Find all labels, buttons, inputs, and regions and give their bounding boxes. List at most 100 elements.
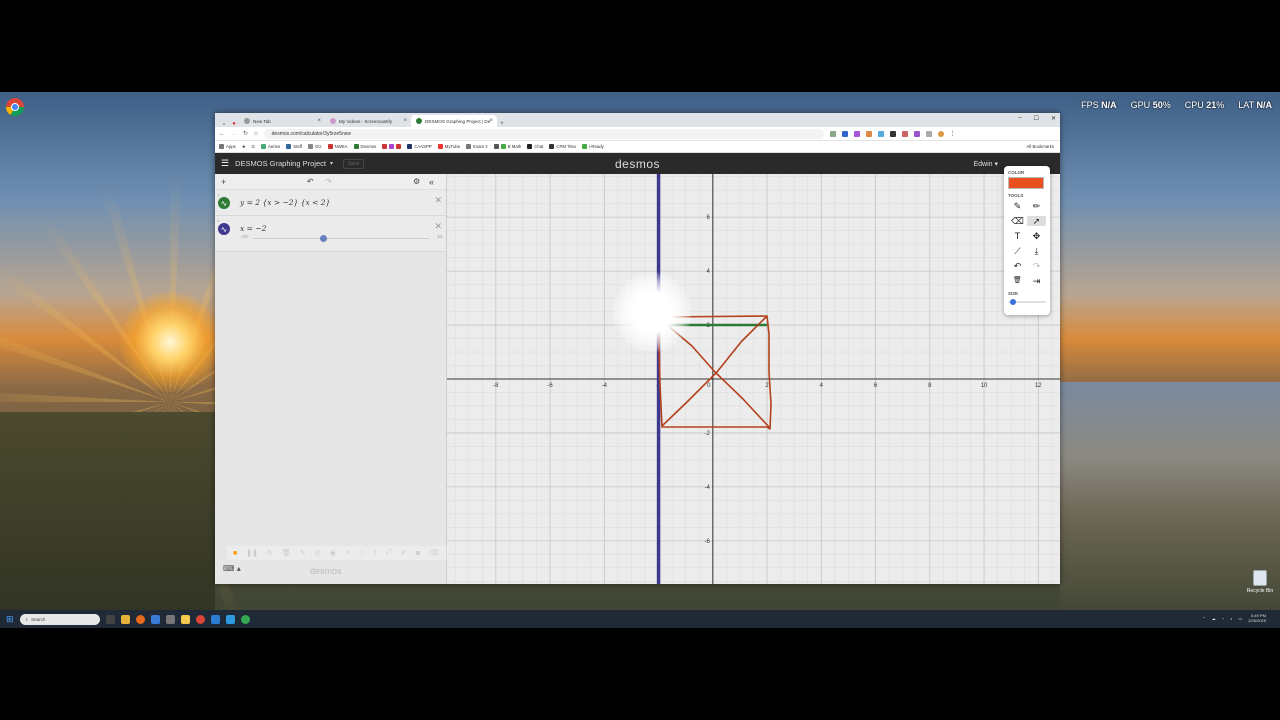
outlook-icon[interactable] (150, 614, 160, 624)
line-icon[interactable]: ⟋ (1008, 246, 1027, 256)
bookmark-i-ready[interactable]: i-Ready (581, 144, 604, 149)
slider-track[interactable] (253, 238, 429, 239)
crop-icon[interactable]: ⤢ (386, 549, 392, 557)
marker-icon[interactable]: ✏ (1027, 201, 1046, 211)
notes-icon[interactable] (180, 614, 190, 624)
chrome-desktop-icon[interactable] (4, 96, 26, 118)
cursor-icon[interactable]: ➚ (345, 549, 351, 557)
redo-icon[interactable]: ↷ (1027, 261, 1046, 271)
size-slider-thumb[interactable] (1010, 299, 1016, 305)
clock[interactable]: 6:49 PM 2/26/2025 (1248, 613, 1266, 623)
all-bookmarks[interactable]: All Bookmarks (1027, 144, 1054, 149)
menu-icon[interactable]: ⋮ (950, 130, 956, 137)
size-slider[interactable] (1008, 299, 1046, 305)
bookmark-chat[interactable]: Chat (527, 144, 543, 149)
new-tab-icon[interactable]: + (497, 121, 507, 127)
bookmark-misc[interactable] (382, 144, 402, 149)
taskbar-search-input[interactable]: ⌕ Search (19, 613, 100, 625)
chrome-profile-icon[interactable] (240, 614, 250, 624)
minimize-icon[interactable]: – (1018, 115, 1021, 122)
extension-icon[interactable] (865, 130, 872, 137)
cloud-icon[interactable]: ☁ (1212, 616, 1216, 621)
collapse-list-icon[interactable]: « (429, 177, 434, 187)
pencil-icon[interactable]: ✎ (1008, 201, 1027, 211)
bookmark-caaspp[interactable]: CAASPP (407, 144, 432, 149)
battery-icon[interactable]: ▭ (1238, 616, 1242, 621)
forward-icon[interactable]: → (231, 131, 237, 137)
color-picker[interactable] (1008, 177, 1044, 189)
text-icon[interactable]: T (373, 550, 377, 557)
delete-expression-icon[interactable]: ✕ (434, 195, 442, 206)
expression-row-1[interactable]: 1 ∿ y = 2 {x > −2} {x < 2} ✕ (215, 190, 446, 216)
firefox-icon[interactable] (135, 614, 145, 624)
add-expression-icon[interactable]: + (221, 177, 226, 187)
draw-icon[interactable]: ✐ (401, 549, 407, 557)
expression-text[interactable]: y = 2 {x > −2} {x < 2} (240, 198, 330, 207)
windows-start-icon[interactable]: ⊞ (6, 614, 14, 625)
save-button[interactable]: Save (342, 158, 365, 169)
graph-color-icon[interactable]: ∿ (218, 223, 230, 235)
home-icon[interactable]: ⌂ (254, 131, 258, 137)
slider-thumb[interactable] (319, 235, 327, 242)
app-icon[interactable] (165, 614, 175, 624)
erase-icon[interactable]: ⌫ (429, 549, 439, 557)
chevron-down-icon[interactable]: ▾ (330, 160, 333, 167)
chevron-up-icon[interactable]: ⌃ (1202, 616, 1205, 621)
maximize-icon[interactable]: ☐ (1034, 115, 1039, 122)
pause-icon[interactable]: ❚❚ (246, 549, 258, 557)
user-menu[interactable]: Edwin ▾ (973, 160, 998, 168)
extension-icon[interactable] (829, 130, 836, 137)
shape-icon[interactable]: □ (360, 550, 364, 557)
download-icon[interactable]: ⤓ (1027, 246, 1046, 256)
volume-icon[interactable]: ◖ (1230, 616, 1232, 621)
bookmark-aeries[interactable]: Aeries (261, 144, 280, 149)
reload-icon[interactable]: ↻ (243, 130, 248, 137)
url-input[interactable]: desmos.com/calculator/3y5rze5nsw (263, 128, 824, 139)
delete-expression-icon[interactable]: ✕ (434, 221, 442, 232)
graph-canvas[interactable]: -8-6-4-2024681012642-2-4-6 (447, 174, 1060, 584)
extension-icon[interactable] (913, 130, 920, 137)
graph-paper[interactable]: -8-6-4-2024681012642-2-4-6 (447, 174, 1060, 584)
highlight-icon[interactable]: ◎ (315, 549, 321, 557)
profile-avatar[interactable] (937, 130, 944, 137)
close-icon[interactable]: × (489, 118, 493, 124)
delete-icon[interactable]: 🗑 (282, 549, 291, 557)
bookmark-desmos[interactable]: Desmos (353, 144, 376, 149)
extension-icon[interactable] (901, 130, 908, 137)
undo-icon[interactable]: ↶ (1008, 261, 1027, 271)
stop-record-icon[interactable]: ■ (233, 550, 237, 557)
restart-icon[interactable]: ↻ (267, 549, 273, 557)
exit-icon[interactable]: ⇥ (1027, 276, 1046, 286)
bookmark-star[interactable]: ★ (242, 144, 246, 150)
tab-desmos[interactable]: DESMOS Graphing Project | De × (411, 115, 497, 127)
bookmark-mytube[interactable]: MyTube (437, 144, 460, 149)
webcam-icon[interactable]: ◙ (416, 550, 420, 557)
close-window-icon[interactable]: ✕ (1051, 115, 1056, 122)
close-icon[interactable]: × (403, 118, 407, 124)
extension-icon[interactable] (877, 130, 884, 137)
tab-search-icon[interactable]: ⌄ (219, 120, 229, 127)
keyboard-icon[interactable]: ⌨ ▴ (223, 564, 241, 573)
bookmark-exam-2[interactable]: Exam 2 (466, 144, 488, 149)
graph-color-icon[interactable]: ∿ (218, 197, 230, 209)
back-icon[interactable]: ← (219, 131, 225, 137)
bookmark-b-math[interactable]: B Math (493, 144, 521, 149)
spotlight-icon[interactable]: ◉ (330, 549, 336, 557)
trash-icon[interactable]: 🗑 (1008, 276, 1027, 286)
undo-icon[interactable]: ↶ (307, 177, 314, 186)
recycle-bin-icon[interactable]: Recycle Bin (1246, 570, 1274, 594)
bookmark-nwea[interactable]: NWEA (327, 144, 348, 149)
eraser-icon[interactable]: ⌫ (1008, 216, 1027, 226)
wifi-icon[interactable]: ◔ (1222, 616, 1224, 621)
bookmark-gg[interactable]: GG (307, 144, 322, 149)
pointer-icon[interactable]: ➚ (1027, 216, 1046, 226)
tab-screencastify[interactable]: My Videos - Screencastify × (325, 115, 411, 127)
gear-icon[interactable]: ⚙ (413, 177, 420, 186)
move-icon[interactable]: ✥ (1027, 231, 1046, 241)
bookmark-g[interactable]: G (252, 144, 255, 149)
x-slider[interactable]: −10 10 (240, 233, 442, 243)
redo-icon[interactable]: ↷ (325, 177, 332, 186)
app-icon[interactable] (225, 614, 235, 624)
record-icon[interactable]: ● (229, 121, 239, 127)
extension-icon[interactable] (841, 130, 848, 137)
